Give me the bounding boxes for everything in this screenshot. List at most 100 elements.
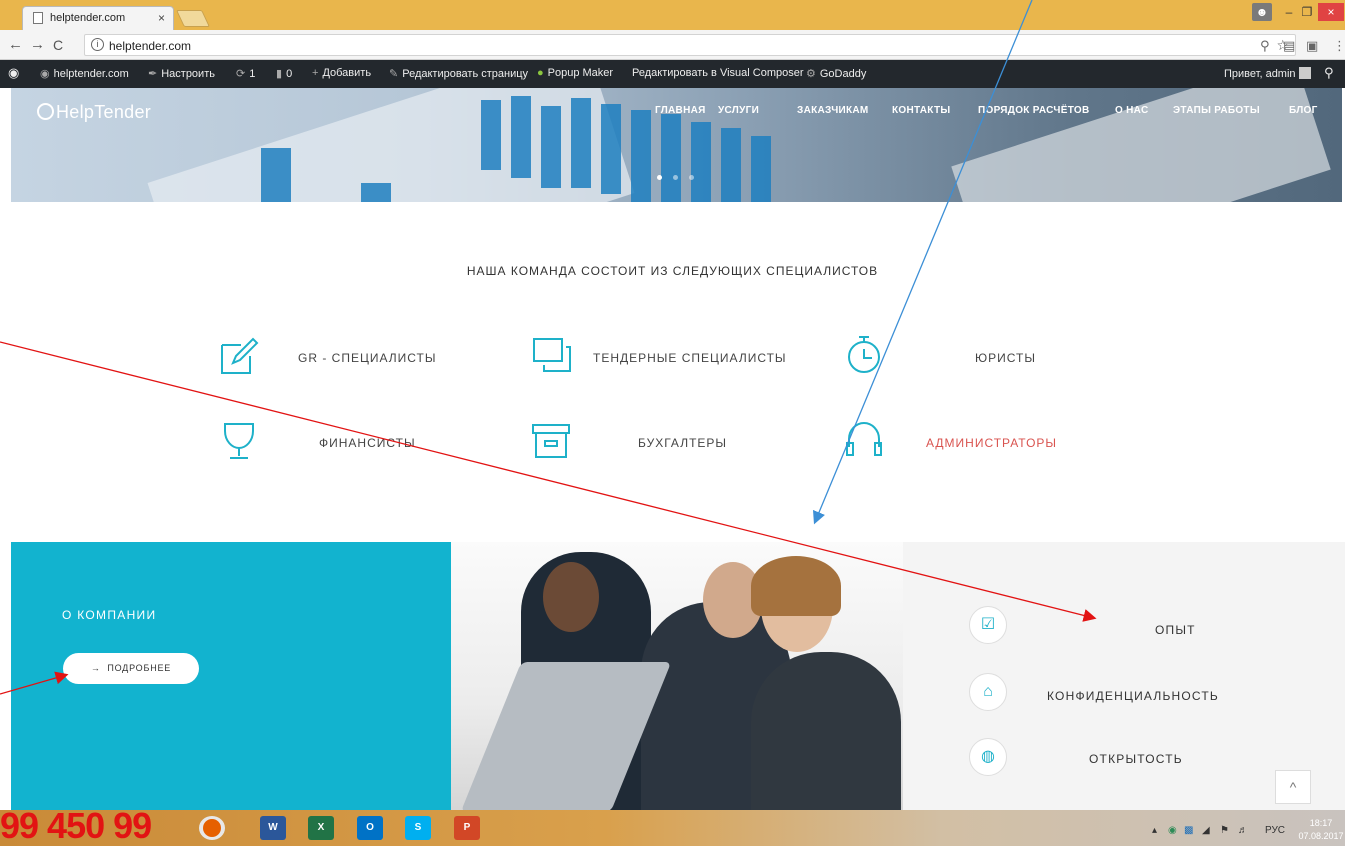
tray-volume-icon[interactable]: ♬ — [1238, 825, 1248, 836]
page-favicon-icon — [33, 12, 43, 24]
nav-item-payment[interactable]: ПОРЯДОК РАСЧЁТОВ — [978, 105, 1089, 116]
hero-bar-graphic — [571, 98, 591, 188]
wordpress-logo-icon[interactable]: ◉ — [8, 65, 19, 81]
admin-edit-page-link[interactable]: ✎ Редактировать страницу — [389, 67, 528, 80]
powerpoint-icon[interactable]: P — [454, 816, 480, 840]
specialist-label: БУХГАЛТЕРЫ — [638, 436, 728, 450]
tray-language[interactable]: РУС — [1265, 825, 1285, 836]
nav-item-services[interactable]: УСЛУГИ — [718, 105, 759, 116]
browser-menu-icon[interactable]: ⋮ — [1333, 38, 1345, 54]
photo-hair — [751, 556, 841, 616]
headphones-icon — [846, 421, 882, 456]
forward-button[interactable]: → — [30, 36, 45, 53]
tray-expand-icon[interactable]: ▴ — [1152, 825, 1157, 836]
nav-item-blog[interactable]: БЛОГ — [1289, 105, 1318, 116]
slider-dot[interactable] — [657, 175, 662, 180]
admin-account-link[interactable]: Привет, admin — [1224, 67, 1311, 80]
url-input[interactable]: i helptender.com ☆ — [84, 34, 1296, 56]
more-button[interactable]: → ПОДРОБНЕЕ — [63, 653, 199, 684]
tray-flag-icon[interactable]: ⚑ — [1220, 825, 1229, 836]
nav-item-stages[interactable]: ЭТАПЫ РАБОТЫ — [1173, 105, 1260, 116]
hero-bar-graphic — [721, 128, 741, 202]
team-section-title: НАША КОМАНДА СОСТОИТ ИЗ СЛЕДУЮЩИХ СПЕЦИА… — [466, 264, 879, 278]
more-button-label: ПОДРОБНЕЕ — [107, 663, 172, 673]
slider-dot[interactable] — [689, 175, 694, 180]
specialist-label: ТЕНДЕРНЫЕ СПЕЦИАЛИСТЫ — [593, 351, 787, 365]
extension-page-icon[interactable]: ▤ — [1283, 38, 1295, 54]
mouse-icon: ⌂ — [969, 673, 1007, 711]
nav-item-clients[interactable]: ЗАКАЗЧИКАМ — [797, 105, 869, 116]
skype-icon[interactable]: S — [405, 816, 431, 840]
wp-admin-bar: ◉ ◉ helptender.com ✒ Настроить ⟳ 1 ▮ 0 + Доба… — [0, 60, 1345, 88]
windows-icon — [533, 338, 571, 372]
updates-icon: ⟳ — [236, 68, 246, 80]
address-bar-row: ← → C i helptender.com ☆ ⚲ ▤ ▣ ⋮ — [0, 30, 1345, 60]
back-button[interactable]: ← — [8, 36, 23, 53]
hero-bar-graphic — [481, 100, 501, 170]
site-logo[interactable]: HelpTender — [37, 102, 151, 123]
clock-date: 07.08.2017 — [1298, 831, 1344, 841]
site-info-icon[interactable]: i — [91, 38, 104, 51]
admin-visual-composer-link[interactable]: Редактировать в Visual Composer — [632, 67, 804, 79]
admin-godaddy-link[interactable]: ⚙ GoDaddy — [806, 67, 866, 80]
browser-tab[interactable]: helptender.com × — [22, 6, 174, 30]
outlook-icon[interactable]: O — [357, 816, 383, 840]
firefox-icon[interactable] — [199, 816, 225, 840]
slider-dot[interactable] — [673, 175, 678, 180]
specialist-label: GR - СПЕЦИАЛИСТЫ — [298, 351, 437, 365]
admin-comments-link[interactable]: ▮ 0 — [276, 67, 292, 80]
hero-bar-graphic — [511, 96, 531, 178]
nav-item-about[interactable]: О НАС — [1115, 105, 1148, 116]
tray-signal-icon[interactable]: ◢ — [1202, 825, 1210, 836]
admin-add-new-label: Добавить — [322, 67, 372, 79]
plus-icon: + — [312, 67, 319, 79]
firefox-logo — [203, 819, 221, 837]
close-window-button[interactable]: × — [1318, 3, 1344, 21]
godaddy-icon: ⚙ — [806, 68, 816, 80]
nav-item-contacts[interactable]: КОНТАКТЫ — [892, 105, 950, 116]
admin-search-icon[interactable]: ⚲ — [1324, 65, 1334, 81]
taskbar-clock[interactable]: 18:17 07.08.2017 — [1297, 817, 1345, 843]
scroll-to-top-button[interactable]: ^ — [1275, 770, 1311, 804]
photo-face — [543, 562, 599, 632]
extension-pin-icon[interactable]: ⚲ — [1260, 38, 1270, 54]
admin-updates-link[interactable]: ⟳ 1 — [236, 67, 255, 80]
admin-customize-link[interactable]: ✒ Настроить — [148, 67, 215, 80]
trophy-icon — [224, 423, 254, 459]
dashboard-icon: ◉ — [40, 68, 50, 80]
site-logo-text: HelpTender — [56, 102, 152, 122]
extension-photo-icon[interactable]: ▣ — [1306, 38, 1318, 54]
tray-teamviewer-icon[interactable]: ▩ — [1184, 825, 1193, 836]
tab-title: helptender.com — [50, 12, 126, 24]
admin-add-new-link[interactable]: + Добавить — [312, 67, 371, 79]
tray-network-app-icon[interactable]: ◉ — [1168, 825, 1177, 836]
admin-comments-count: 0 — [286, 68, 293, 80]
maximize-button[interactable]: ❐ — [1299, 3, 1315, 21]
archive-icon — [532, 424, 570, 458]
minimize-button[interactable]: – — [1281, 3, 1297, 21]
admin-greeting: Привет, admin — [1224, 68, 1296, 80]
screen: helptender.com × ☻ – ❐ × ← → C i helpten… — [0, 0, 1345, 846]
reload-button[interactable]: C — [53, 37, 63, 53]
excel-icon[interactable]: X — [308, 816, 334, 840]
admin-site-link[interactable]: ◉ helptender.com — [40, 67, 129, 80]
new-tab-button[interactable] — [176, 10, 210, 27]
admin-edit-page-label: Редактировать страницу — [402, 68, 529, 80]
hero-slider: HelpTender ГЛАВНАЯ УСЛУГИ ЗАКАЗЧИКАМ КОН… — [11, 88, 1342, 202]
company-title: О КОМПАНИИ — [62, 608, 157, 622]
admin-godaddy-label: GoDaddy — [819, 68, 867, 80]
hero-bar-graphic — [361, 183, 391, 202]
url-text: helptender.com — [109, 39, 192, 53]
stopwatch-icon — [848, 336, 880, 373]
arrow-right-icon: → — [90, 663, 101, 673]
admin-popup-maker-link[interactable]: ● Popup Maker — [537, 67, 613, 79]
word-icon[interactable]: W — [260, 816, 286, 840]
feature-label: ОПЫТ — [1155, 623, 1196, 637]
checkbox-icon: ☑ — [969, 606, 1007, 644]
nav-item-home[interactable]: ГЛАВНАЯ — [655, 105, 706, 116]
hero-bar-graphic — [661, 114, 681, 202]
pencil-icon: ✎ — [389, 68, 399, 80]
tab-close-button[interactable]: × — [158, 11, 165, 25]
profile-icon[interactable]: ☻ — [1252, 3, 1272, 21]
feature-label: ОТКРЫТОСТЬ — [1089, 752, 1183, 766]
